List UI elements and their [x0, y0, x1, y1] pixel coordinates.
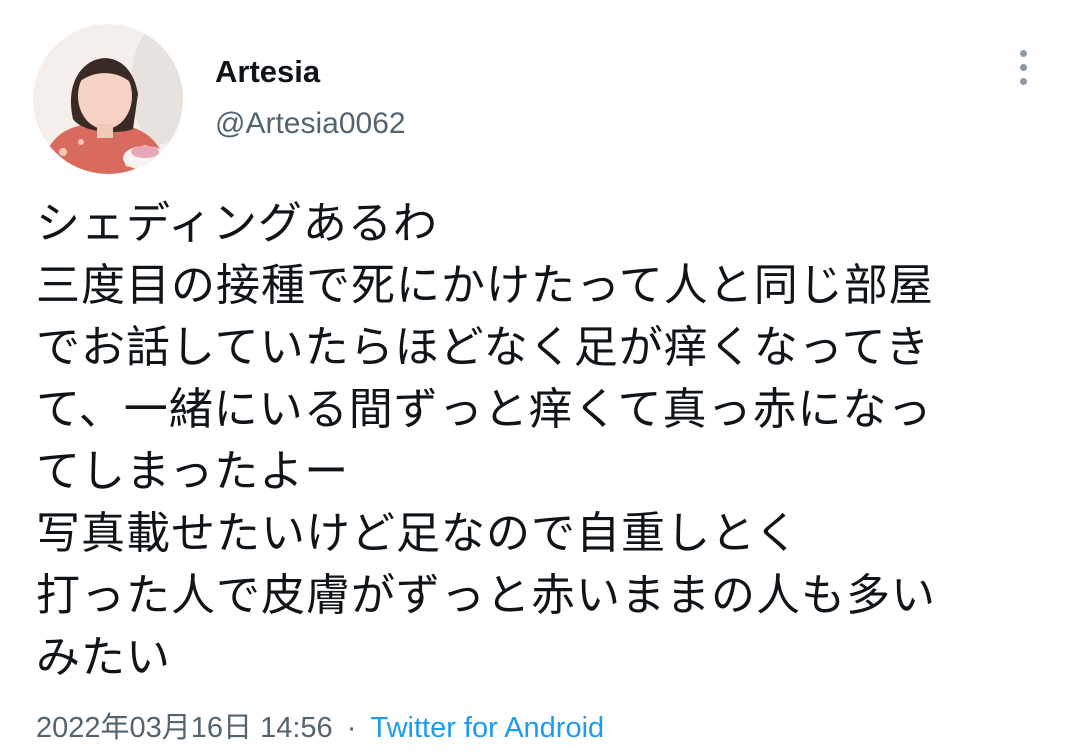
tweet-meta: 2022年03月16日 14:56 · Twitter for Android: [36, 708, 604, 748]
avatar[interactable]: [33, 24, 183, 174]
tweet-line: 打った人で皮膚がずっと赤いままの人も多い: [36, 570, 936, 621]
more-vertical-icon[interactable]: [1006, 44, 1042, 92]
tweet-line: みたい: [36, 632, 171, 683]
tweet-line: 写真載せたいけど足なので自重しとく: [36, 508, 800, 559]
source-link[interactable]: Twitter for Android: [370, 712, 604, 744]
timestamp[interactable]: 2022年03月16日 14:56: [36, 712, 333, 744]
menu-dot: [1020, 78, 1027, 85]
tweet-line: てしまったよー: [36, 446, 350, 497]
tweet-line: て、一緒にいる間ずっと痒くて真っ赤になっ: [36, 384, 933, 435]
tweet-line: 三度目の接種で死にかけたって人と同じ部屋: [36, 260, 934, 311]
author-handle[interactable]: @Artesia0062: [215, 104, 406, 144]
tweet-card: Artesia @Artesia0062 シェディングあるわ 三度目の接種で死に…: [0, 0, 1075, 756]
menu-dot: [1020, 64, 1027, 71]
author-name[interactable]: Artesia: [215, 52, 320, 92]
tweet-line: シェディングあるわ: [36, 198, 438, 249]
tweet-line: でお話していたらほどなく足が痒くなってき: [36, 322, 931, 373]
tweet-text: シェディングあるわ 三度目の接種で死にかけたって人と同じ部屋 でお話していたらほ…: [36, 193, 1056, 689]
profile-photo-icon: [33, 24, 183, 174]
menu-dot: [1020, 50, 1027, 57]
meta-separator: ·: [346, 712, 357, 744]
